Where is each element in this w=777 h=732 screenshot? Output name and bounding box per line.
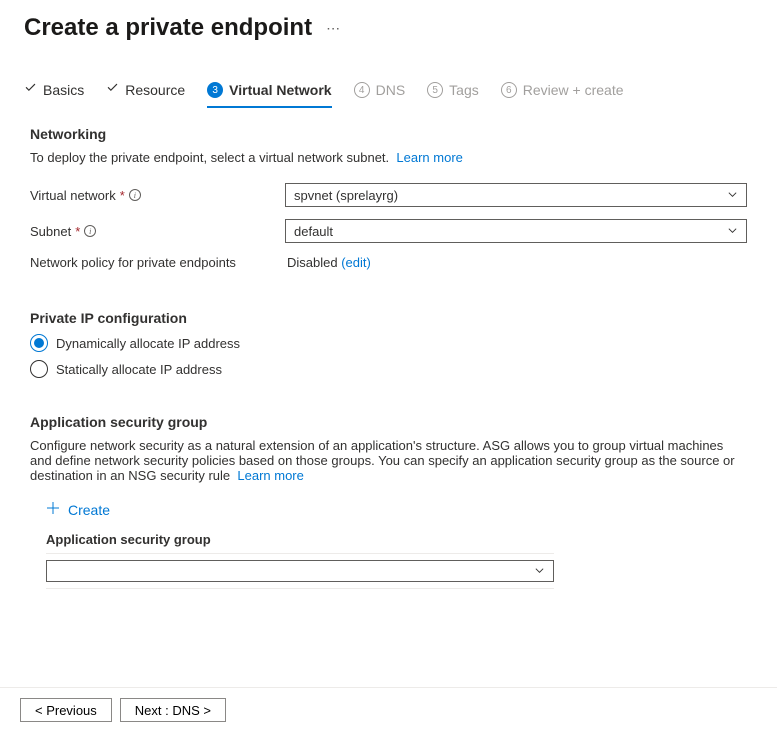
tab-virtual-network[interactable]: 3 Virtual Network (207, 82, 331, 108)
network-policy-value: Disabled (287, 255, 338, 270)
tab-virtual-network-label: Virtual Network (229, 82, 331, 98)
tab-resource[interactable]: Resource (106, 82, 185, 108)
previous-button[interactable]: < Previous (20, 698, 112, 722)
required-indicator: * (120, 188, 125, 203)
chevron-down-icon (534, 564, 545, 579)
ip-static-label: Statically allocate IP address (56, 362, 222, 377)
checkmark-icon (24, 82, 37, 98)
ip-config-radio-group: Dynamically allocate IP address Statical… (30, 334, 747, 378)
subnet-value: default (294, 224, 333, 239)
asg-description: Configure network security as a natural … (30, 438, 747, 483)
subnet-select[interactable]: default (285, 219, 747, 243)
more-actions-icon[interactable]: ⋯ (326, 21, 342, 35)
ip-dynamic-radio[interactable]: Dynamically allocate IP address (30, 334, 747, 352)
tab-dns[interactable]: 4 DNS (354, 82, 406, 108)
virtual-network-label: Virtual network * i (30, 188, 285, 203)
asg-select[interactable] (46, 560, 554, 582)
step-number-icon: 3 (207, 82, 223, 98)
radio-icon (30, 360, 48, 378)
wizard-footer: < Previous Next : DNS > (0, 687, 777, 732)
step-number-icon: 5 (427, 82, 443, 98)
networking-heading: Networking (30, 126, 747, 142)
ip-dynamic-label: Dynamically allocate IP address (56, 336, 240, 351)
chevron-down-icon (727, 224, 738, 239)
asg-learn-more-link[interactable]: Learn more (237, 468, 303, 483)
tab-review-create[interactable]: 6 Review + create (501, 82, 624, 108)
required-indicator: * (75, 224, 80, 239)
tab-tags-label: Tags (449, 82, 479, 98)
tab-basics[interactable]: Basics (24, 82, 84, 108)
ip-config-heading: Private IP configuration (30, 310, 747, 326)
ip-static-radio[interactable]: Statically allocate IP address (30, 360, 747, 378)
asg-create-label: Create (68, 502, 110, 518)
next-button[interactable]: Next : DNS > (120, 698, 226, 722)
wizard-tabs: Basics Resource 3 Virtual Network 4 DNS … (0, 82, 777, 108)
network-policy-edit-link[interactable]: (edit) (341, 255, 371, 270)
virtual-network-value: spvnet (sprelayrg) (294, 188, 398, 203)
tab-basics-label: Basics (43, 82, 84, 98)
virtual-network-select[interactable]: spvnet (sprelayrg) (285, 183, 747, 207)
networking-learn-more-link[interactable]: Learn more (396, 150, 462, 165)
subnet-label: Subnet * i (30, 224, 285, 239)
networking-description: To deploy the private endpoint, select a… (30, 150, 747, 165)
radio-icon (30, 334, 48, 352)
tab-dns-label: DNS (376, 82, 406, 98)
asg-column-header: Application security group (46, 532, 554, 554)
step-number-icon: 4 (354, 82, 370, 98)
asg-create-button[interactable]: Create (46, 501, 747, 518)
network-policy-label: Network policy for private endpoints (30, 255, 285, 270)
asg-heading: Application security group (30, 414, 747, 430)
tab-resource-label: Resource (125, 82, 185, 98)
plus-icon (46, 501, 60, 518)
info-icon[interactable]: i (84, 225, 96, 237)
page-title: Create a private endpoint (24, 14, 312, 42)
info-icon[interactable]: i (129, 189, 141, 201)
checkmark-icon (106, 82, 119, 98)
tab-tags[interactable]: 5 Tags (427, 82, 479, 108)
chevron-down-icon (727, 188, 738, 203)
tab-review-create-label: Review + create (523, 82, 624, 98)
step-number-icon: 6 (501, 82, 517, 98)
